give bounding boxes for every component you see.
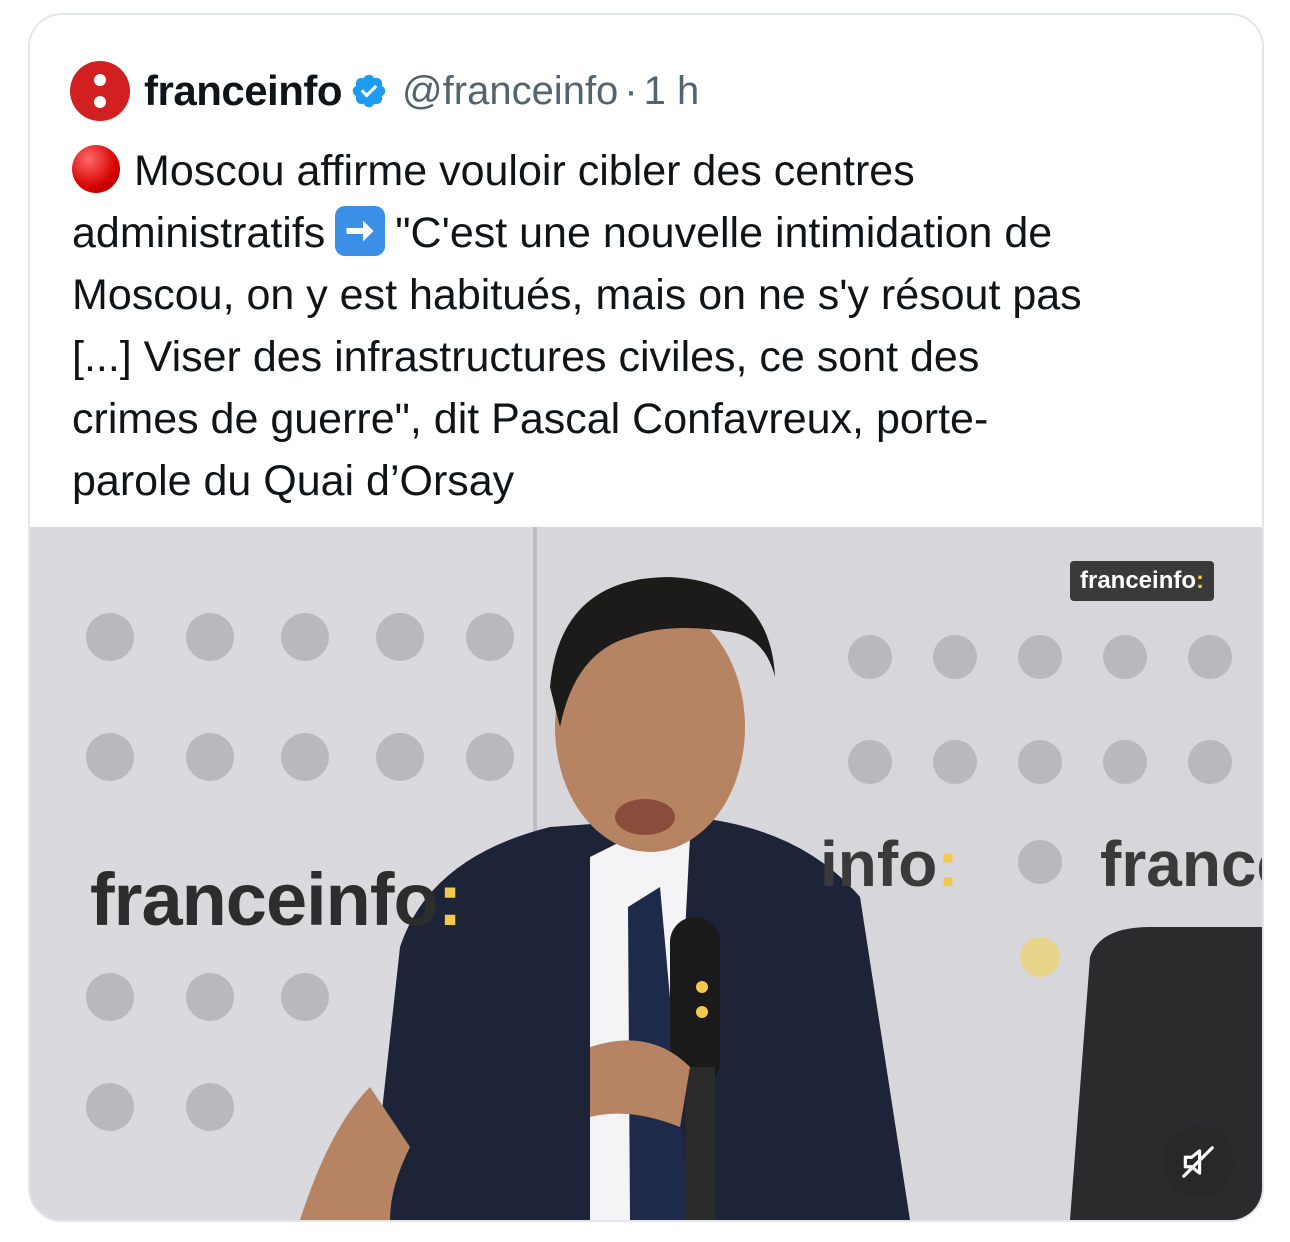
backdrop-logo: franceinfo: [90,858,462,941]
video-player[interactable]: franceinfo: franceinfo: info: france [30,527,1262,1220]
tweet-line: [...] Viser des infrastructures civiles,… [72,333,980,381]
tweet-card[interactable]: franceinfo @franceinfo · 1 h Moscou affi… [28,13,1264,1222]
verified-badge-icon [352,74,386,108]
channel-watermark: franceinfo: [1069,561,1214,601]
mute-button[interactable] [1162,1126,1234,1198]
right-arrow-emoji-icon [335,206,386,256]
tweet-header: franceinfo @franceinfo · 1 h [70,61,699,121]
separator: · [624,68,638,113]
tweet-line: Moscou affirme vouloir cibler des centre… [134,147,915,195]
backdrop-logo: france [1100,828,1262,900]
tweet-line: "C'est une nouvelle intimidation de [395,209,1053,257]
tweet-line: parole du Quai d’Orsay [72,457,515,505]
tweet-line: administratifs [72,209,326,257]
tweet-line: Moscou, on y est habitués, mais on ne s'… [72,271,1082,319]
muted-speaker-icon [1182,1146,1214,1178]
franceinfo-logo-icon[interactable] [70,61,130,121]
backdrop-logo: info: [820,828,959,900]
tweet-line: crimes de guerre", dit Pascal Confavreux… [72,395,989,443]
red-circle-emoji-icon [72,145,120,193]
tweet-text: Moscou affirme vouloir cibler des centre… [72,140,1232,512]
timestamp[interactable]: 1 h [644,69,700,114]
author-name[interactable]: franceinfo [144,67,343,115]
author-handle[interactable]: @franceinfo [402,69,618,114]
